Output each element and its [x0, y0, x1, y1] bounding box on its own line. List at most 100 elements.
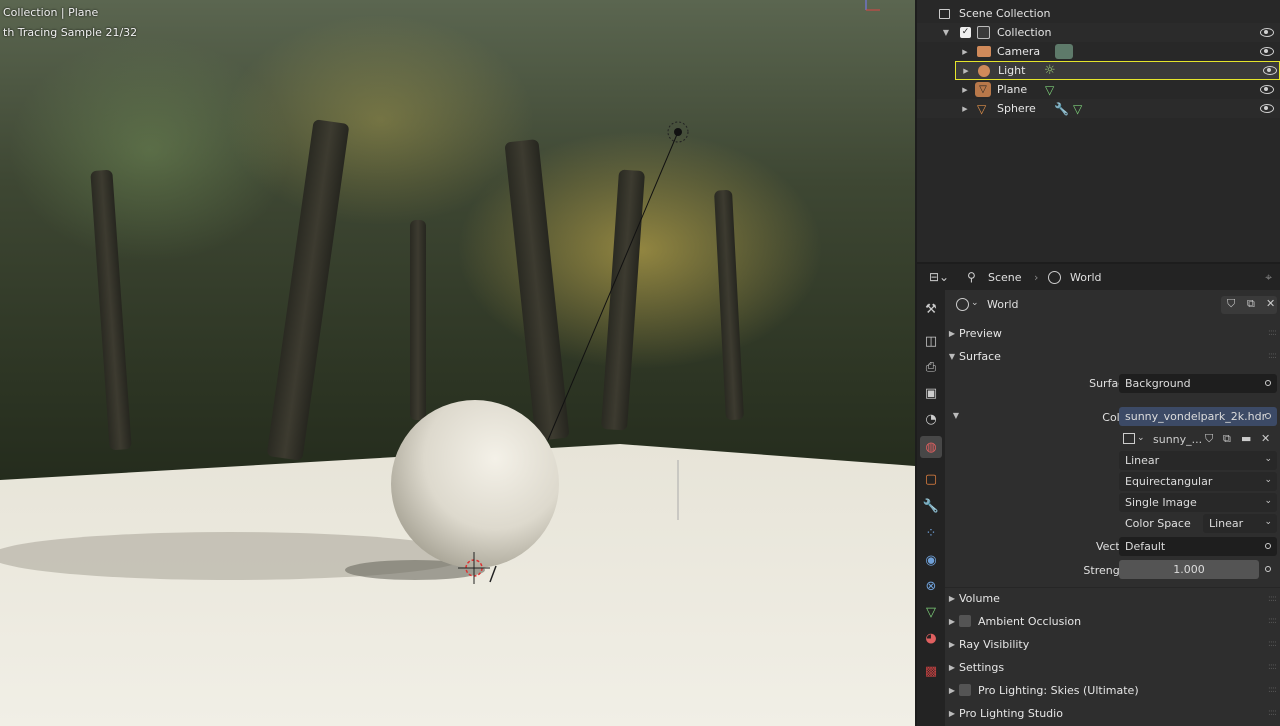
world-datablock-selector[interactable]: ⌄ World ⛉ ⧉ ✕ — [951, 294, 1277, 316]
drag-grip-icon[interactable]: :::: — [1268, 328, 1277, 338]
visibility-eye-icon[interactable] — [1260, 47, 1274, 56]
fake-user-shield-icon[interactable]: ⛉ — [1205, 432, 1213, 446]
expand-arrow-icon: ▶ — [948, 685, 956, 695]
image-name[interactable]: sunny_... — [1153, 433, 1202, 446]
visibility-eye-icon[interactable] — [1263, 66, 1277, 75]
pro-lighting-skies-checkbox[interactable] — [959, 684, 971, 696]
scene-collection-icon — [939, 8, 950, 19]
object-tab-icon[interactable]: ▢ — [920, 468, 942, 490]
visibility-eye-icon[interactable] — [1260, 104, 1274, 113]
expand-arrow-icon[interactable]: ▶ — [958, 48, 972, 56]
section-settings[interactable]: ▶ Settings :::: — [945, 656, 1280, 678]
node-socket-icon[interactable] — [1265, 413, 1271, 419]
world-icon — [1048, 270, 1061, 284]
drag-grip-icon[interactable]: :::: — [1268, 662, 1277, 672]
constraints-tab-icon[interactable]: ⊗ — [920, 575, 942, 597]
light-data-icon[interactable]: ☼ — [1044, 64, 1056, 77]
properties-header: ⊟⌄ ⚲ Scene › World ⌖ — [917, 264, 1280, 290]
output-tab-icon[interactable]: ⎙ — [920, 356, 942, 378]
open-folder-icon[interactable]: ▬ — [1241, 432, 1251, 445]
modifier-wrench-icon[interactable]: 🔧 — [1054, 102, 1069, 116]
expand-arrow-icon[interactable]: ▶ — [959, 67, 973, 75]
color-input-field[interactable]: sunny_vondelpark_2k.hdr — [1119, 407, 1277, 426]
particles-tab-icon[interactable]: ⁘ — [920, 522, 942, 544]
world-icon[interactable] — [956, 298, 969, 311]
outliner[interactable]: Scene Collection ▼ ✓ Collection ▶ Camera… — [917, 0, 1280, 262]
image-datablock-selector[interactable]: ⌄ sunny_... ⛉ ⧉ ▬ ✕ — [1119, 430, 1277, 449]
drag-grip-icon[interactable]: :::: — [1268, 594, 1277, 604]
pin-icon[interactable]: ⌖ — [1265, 270, 1272, 285]
outliner-item-plane[interactable]: ▶ ▽ Plane ▽ — [917, 80, 1280, 99]
source-dropdown[interactable]: Single Image ⌄ — [1119, 493, 1277, 512]
modifier-tab-icon[interactable]: 🔧 — [920, 495, 942, 517]
world-name[interactable]: World — [987, 298, 1019, 311]
projection-dropdown[interactable]: Equirectangular ⌄ — [1119, 472, 1277, 491]
ambient-occlusion-checkbox[interactable] — [959, 615, 971, 627]
world-tab-icon[interactable]: ◍ — [920, 436, 942, 458]
drag-grip-icon[interactable]: :::: — [1268, 639, 1277, 649]
node-socket-icon[interactable] — [1265, 543, 1271, 549]
vector-input-field[interactable]: Default — [1119, 537, 1277, 556]
material-tab-icon[interactable]: ◕ — [920, 627, 942, 649]
tool-tab-icon[interactable]: ⚒ — [920, 298, 942, 320]
mesh-icon: ▽ — [975, 82, 991, 97]
camera-data-icon[interactable] — [1055, 44, 1073, 59]
section-preview[interactable]: ▶ Preview :::: — [945, 322, 1280, 344]
drag-grip-icon[interactable]: :::: — [1268, 351, 1277, 361]
checkbox-icon[interactable]: ✓ — [960, 27, 971, 38]
duplicate-icon[interactable]: ⧉ — [1247, 297, 1255, 311]
outliner-item-camera[interactable]: ▶ Camera — [917, 42, 1280, 61]
physics-tab-icon[interactable]: ◉ — [920, 549, 942, 571]
close-icon[interactable]: ✕ — [1261, 432, 1270, 445]
outliner-item-light[interactable]: ▶ Light ☼ — [955, 61, 1280, 80]
data-tab-icon[interactable]: ▽ — [920, 601, 942, 623]
expand-arrow-icon[interactable]: ▼ — [939, 28, 953, 37]
scene-tab-icon[interactable]: ◔ — [920, 408, 942, 430]
vector-label: Vector — [1095, 540, 1131, 553]
section-surface[interactable]: ▼ Surface :::: — [945, 345, 1280, 367]
outliner-item-sphere[interactable]: ▶ ▽ Sphere 🔧 ▽ — [917, 99, 1280, 118]
node-socket-icon[interactable] — [1265, 566, 1271, 572]
outliner-scene-collection[interactable]: Scene Collection — [917, 4, 1280, 23]
section-pro-lighting-skies[interactable]: ▶ Pro Lighting: Skies (Ultimate) :::: — [945, 679, 1280, 701]
texture-tab-icon[interactable]: ▩ — [920, 660, 942, 682]
interpolation-dropdown[interactable]: Linear ⌄ — [1119, 451, 1277, 470]
expand-arrow-icon: ▼ — [948, 351, 956, 361]
duplicate-icon[interactable]: ⧉ — [1223, 432, 1231, 446]
section-label: Pro Lighting: Skies (Ultimate) — [978, 683, 1139, 697]
mesh-data-icon[interactable]: ▽ — [1045, 83, 1054, 97]
outliner-collection[interactable]: ▼ ✓ Collection — [917, 23, 1280, 42]
view-layer-tab-icon[interactable]: ▣ — [920, 382, 942, 404]
image-icon[interactable] — [1123, 433, 1135, 444]
chevron-down-icon[interactable]: ⌄ — [971, 298, 979, 308]
color-value: sunny_vondelpark_2k.hdr — [1125, 410, 1267, 423]
render-tab-icon[interactable]: ◫ — [920, 330, 942, 352]
drag-grip-icon[interactable]: :::: — [1268, 685, 1277, 695]
3d-viewport[interactable]: Collection | Plane th Tracing Sample 21/… — [0, 0, 915, 726]
section-ray-visibility[interactable]: ▶ Ray Visibility :::: — [945, 633, 1280, 655]
color-space-dropdown[interactable]: Linear ⌄ — [1203, 514, 1277, 533]
section-ambient-occlusion[interactable]: ▶ Ambient Occlusion :::: — [945, 610, 1280, 632]
expand-arrow-icon[interactable]: ▶ — [958, 105, 972, 113]
expand-arrow-icon[interactable]: ▶ — [958, 86, 972, 94]
visibility-eye-icon[interactable] — [1260, 28, 1274, 37]
close-icon[interactable]: ✕ — [1266, 297, 1275, 310]
surface-value: Background — [1125, 377, 1191, 390]
fake-user-shield-icon[interactable]: ⛉ — [1227, 297, 1235, 311]
section-volume[interactable]: ▶ Volume :::: — [945, 587, 1280, 609]
drag-grip-icon[interactable]: :::: — [1268, 708, 1277, 718]
chevron-down-icon[interactable]: ⌄ — [1137, 433, 1145, 443]
expand-arrow-icon: ▶ — [948, 708, 956, 718]
chevron-down-icon: ⌄ — [1264, 496, 1272, 506]
surface-shader-field[interactable]: Background — [1119, 374, 1277, 393]
drag-grip-icon[interactable]: :::: — [1268, 616, 1277, 626]
section-pro-lighting-studio[interactable]: ▶ Pro Lighting Studio :::: — [945, 702, 1280, 724]
visibility-eye-icon[interactable] — [1260, 85, 1274, 94]
properties-editor[interactable]: ⊟⌄ ⚲ Scene › World ⌖ ⚒ ◫ ⎙ ▣ ◔ ◍ ▢ 🔧 ⁘ ◉… — [917, 264, 1280, 726]
expand-arrow-icon[interactable]: ▼ — [949, 411, 963, 420]
node-socket-icon[interactable] — [1265, 380, 1271, 386]
vector-value: Default — [1125, 540, 1166, 553]
strength-slider[interactable]: 1.000 — [1119, 560, 1259, 579]
mesh-data-icon[interactable]: ▽ — [1073, 102, 1082, 116]
editor-type-icon[interactable]: ⊟⌄ — [929, 270, 949, 284]
